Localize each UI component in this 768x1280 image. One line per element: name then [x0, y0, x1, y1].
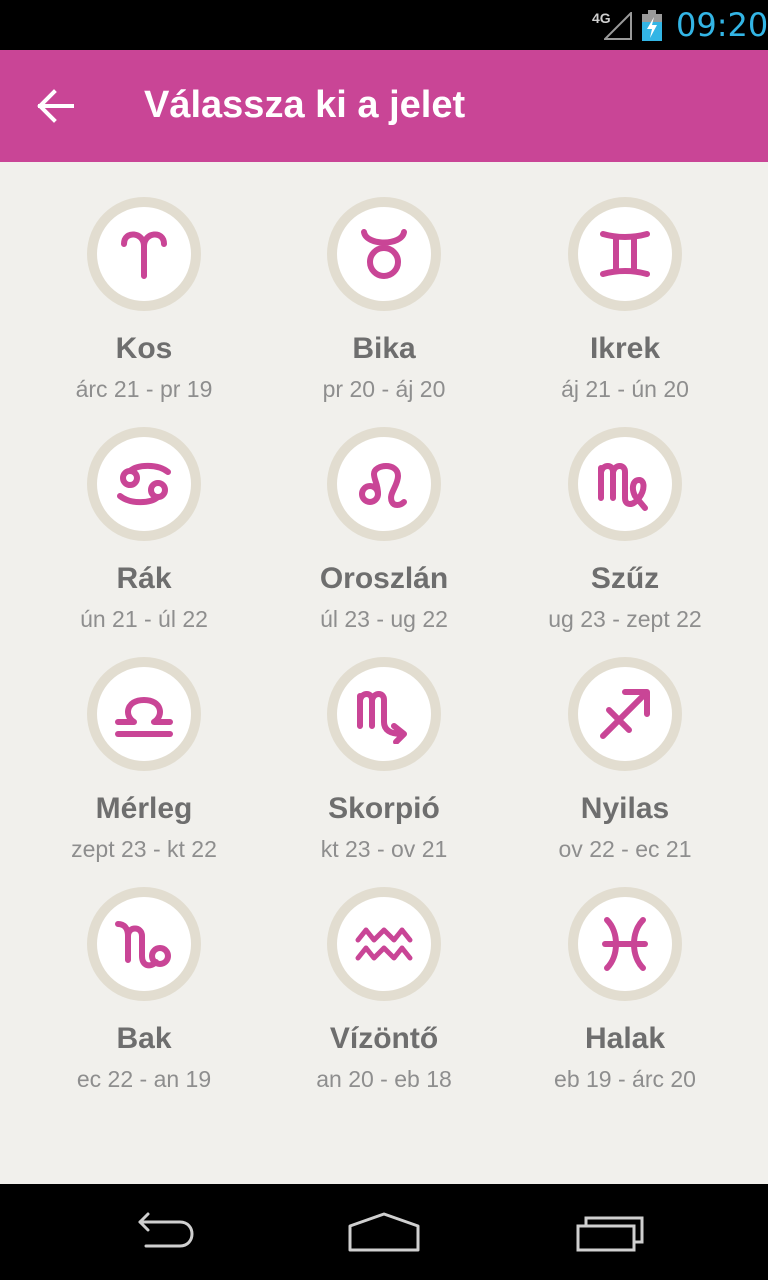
libra-icon	[115, 697, 173, 737]
sign-libra[interactable]: Mérleg zept 23 - kt 22	[24, 622, 264, 862]
sign-taurus[interactable]: Bika pr 20 - áj 20	[264, 162, 504, 402]
sagittarius-icon	[600, 689, 650, 739]
sign-virgo[interactable]: Szűz ug 23 - zept 22	[505, 392, 745, 632]
aquarius-icon	[355, 927, 413, 961]
gemini-icon	[600, 231, 650, 277]
sign-sagittarius[interactable]: Nyilas ov 22 - ec 21	[505, 622, 745, 862]
sign-icon-ring	[327, 657, 441, 771]
sign-icon-ring	[327, 197, 441, 311]
sign-icon-ring	[87, 657, 201, 771]
sign-name: Oroszlán	[319, 562, 449, 595]
aries-icon	[121, 231, 167, 279]
sign-name: Nyilas	[580, 792, 670, 825]
sign-name: Bika	[352, 332, 416, 365]
arrow-left-icon[interactable]	[36, 86, 76, 126]
sign-cancer[interactable]: Rák ún 21 - úl 22	[24, 392, 264, 632]
sign-aries[interactable]: Kos árc 21 - pr 19	[24, 162, 264, 402]
action-bar: Válassza ki a jelet	[0, 50, 768, 162]
sign-name: Bak	[116, 1022, 172, 1055]
sign-dates: an 20 - eb 18	[316, 1066, 452, 1092]
pisces-icon	[602, 917, 648, 971]
status-bar: 4G 09:20	[0, 0, 768, 50]
leo-icon	[359, 463, 407, 508]
nav-home-icon[interactable]	[344, 1208, 424, 1256]
sign-name: Ikrek	[589, 332, 661, 365]
signal-icon	[604, 12, 632, 40]
sign-icon-ring	[568, 887, 682, 1001]
sign-icon-ring	[327, 887, 441, 1001]
sign-name: Mérleg	[95, 792, 193, 825]
cancer-icon	[117, 462, 171, 506]
battery-charging-icon	[642, 10, 662, 41]
page-title: Válassza ki a jelet	[144, 84, 466, 126]
sign-gemini[interactable]: Ikrek áj 21 - ún 20	[505, 162, 745, 402]
sign-name: Szűz	[590, 562, 660, 595]
sign-pisces[interactable]: Halak eb 19 - árc 20	[505, 852, 745, 1092]
nav-recents-icon[interactable]	[570, 1208, 650, 1256]
virgo-icon	[598, 463, 648, 511]
navigation-bar	[0, 1184, 768, 1280]
capricorn-icon	[115, 921, 171, 969]
nav-back-icon[interactable]	[120, 1208, 200, 1256]
sign-icon-ring	[87, 427, 201, 541]
taurus-icon	[361, 229, 407, 279]
sign-dates: eb 19 - árc 20	[554, 1066, 696, 1092]
sign-name: Skorpió	[328, 792, 440, 825]
sign-name: Vízöntő	[329, 1022, 439, 1055]
sign-name: Rák	[116, 562, 172, 595]
scorpio-icon	[357, 691, 407, 744]
sign-leo[interactable]: Oroszlán úl 23 - ug 22	[264, 392, 504, 632]
sign-icon-ring	[327, 427, 441, 541]
sign-name: Halak	[584, 1022, 666, 1055]
sign-icon-ring	[568, 427, 682, 541]
sign-name: Kos	[115, 332, 173, 365]
sign-aquarius[interactable]: Vízöntő an 20 - eb 18	[264, 852, 504, 1092]
sign-icon-ring	[87, 197, 201, 311]
sign-icon-ring	[568, 657, 682, 771]
sign-icon-ring	[87, 887, 201, 1001]
clock: 09:20	[676, 6, 768, 44]
sign-dates: ec 22 - an 19	[76, 1066, 212, 1092]
sign-capricorn[interactable]: Bak ec 22 - an 19	[24, 852, 264, 1092]
sign-icon-ring	[568, 197, 682, 311]
sign-scorpio[interactable]: Skorpió kt 23 - ov 21	[264, 622, 504, 862]
